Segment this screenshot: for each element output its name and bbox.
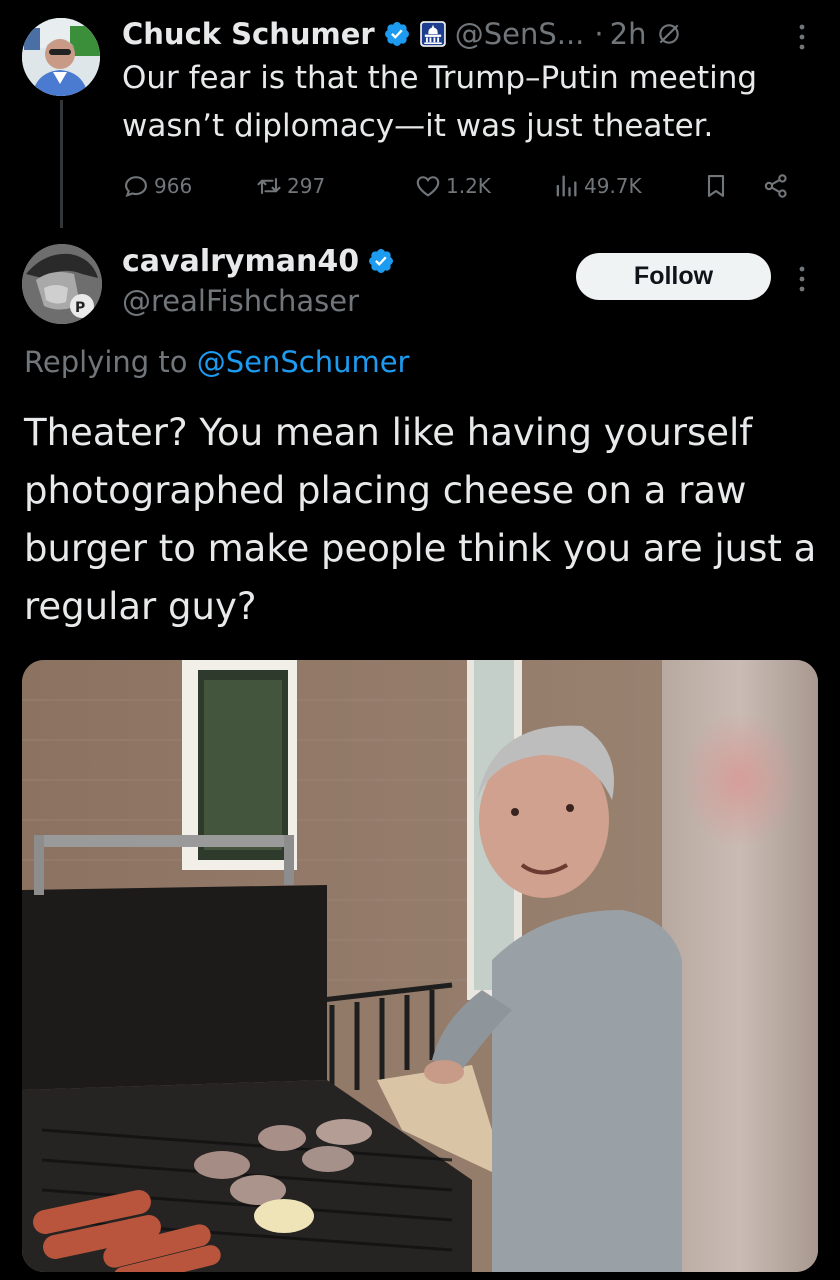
replying-to-prefix: Replying to	[24, 345, 188, 379]
reply-header: cavalryman40	[122, 238, 395, 284]
share-button[interactable]	[762, 166, 794, 206]
parent-avatar[interactable]	[22, 18, 100, 96]
reply-tweet-text: Theater? You mean like having yourself p…	[24, 411, 817, 628]
view-count: 49.7K	[584, 174, 642, 198]
parent-author-handle[interactable]: @SenS...	[455, 17, 585, 51]
parent-header: Chuck Schumer @SenS... · 2h	[122, 12, 682, 56]
tweet-photo[interactable]	[22, 660, 818, 1272]
bookmark-button[interactable]	[702, 166, 734, 206]
repost-count: 297	[287, 174, 326, 198]
reply-author-handle[interactable]: @realFishchaser	[122, 284, 359, 318]
parent-actions-bar: 966 297 1.2K 49.7K	[122, 166, 812, 206]
svg-text:P: P	[75, 300, 85, 316]
reply-button[interactable]: 966	[122, 166, 192, 206]
share-icon	[764, 174, 787, 198]
thread-line	[60, 100, 63, 228]
repost-button[interactable]: 297	[255, 166, 325, 206]
views-icon	[556, 175, 577, 197]
reply-avatar[interactable]: P	[22, 244, 102, 324]
capitol-icon	[419, 20, 447, 48]
reply-author-name[interactable]: cavalryman40	[122, 244, 359, 279]
like-count: 1.2K	[446, 174, 491, 198]
verified-badge-icon	[383, 20, 411, 48]
bookmark-icon	[707, 175, 725, 197]
repost-icon	[257, 177, 281, 195]
more-vertical-icon[interactable]	[792, 262, 812, 296]
views-button[interactable]: 49.7K	[552, 166, 642, 206]
muted-icon	[656, 21, 682, 47]
heart-icon	[416, 176, 440, 197]
like-button[interactable]: 1.2K	[414, 166, 491, 206]
parent-tweet[interactable]: Chuck Schumer @SenS... · 2h Our fear is …	[0, 0, 840, 230]
parent-timestamp[interactable]: 2h	[610, 17, 647, 51]
replying-to-mention-link[interactable]: @SenSchumer	[197, 345, 410, 379]
parent-author-name[interactable]: Chuck Schumer	[122, 17, 375, 51]
reply-icon	[125, 176, 147, 198]
parent-tweet-text: Our fear is that the Trump–Putin meeting…	[122, 60, 758, 144]
separator-dot: ·	[594, 17, 604, 51]
verified-badge-icon	[367, 247, 395, 275]
replying-to-line: Replying to @SenSchumer	[24, 345, 409, 379]
follow-button[interactable]: Follow	[576, 253, 771, 300]
reply-count: 966	[154, 174, 193, 198]
more-vertical-icon[interactable]	[792, 20, 812, 54]
